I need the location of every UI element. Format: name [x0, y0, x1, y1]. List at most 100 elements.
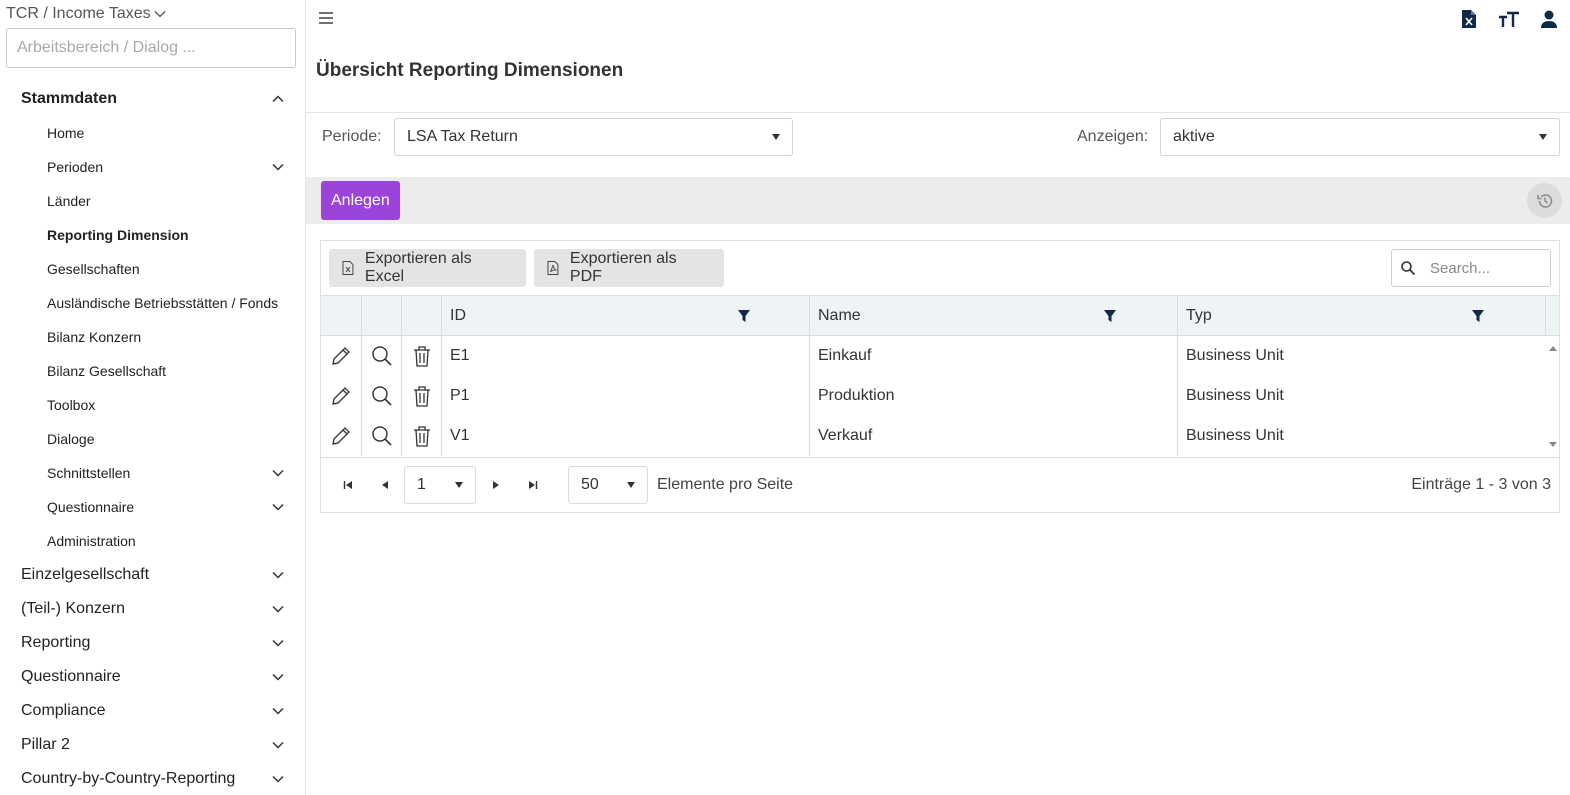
- caret-down-icon: [772, 134, 780, 140]
- page-title: Übersicht Reporting Dimensionen: [316, 60, 624, 81]
- header-edit-col: [321, 296, 362, 336]
- chevron-down-icon: [272, 707, 284, 715]
- view-icon[interactable]: [362, 336, 402, 376]
- edit-icon[interactable]: [321, 376, 362, 416]
- scroll-up-arrow[interactable]: [1549, 346, 1557, 351]
- nav-item-administration[interactable]: Administration: [47, 528, 285, 554]
- grid-search-input[interactable]: [1430, 259, 1540, 277]
- nav-section-label: Compliance: [21, 702, 106, 719]
- caret-down-icon: [627, 482, 635, 488]
- cell-name: Verkauf: [810, 416, 1178, 456]
- table-header: ID Name Typ: [321, 295, 1559, 336]
- chevron-down-icon: [154, 11, 166, 18]
- nav-item-laender[interactable]: Länder: [47, 188, 285, 214]
- nav-item-reporting-dimension[interactable]: Reporting Dimension: [47, 222, 285, 248]
- user-icon[interactable]: [1538, 8, 1560, 30]
- nav-section-label: Questionnaire: [21, 668, 121, 685]
- search-icon: [1401, 261, 1416, 276]
- workspace-search-input[interactable]: [6, 28, 296, 68]
- hamburger-menu-icon[interactable]: [318, 10, 334, 26]
- main-content: Übersicht Reporting Dimensionen Periode:…: [306, 0, 1570, 795]
- page-select[interactable]: 1: [404, 466, 476, 504]
- nav-item-label: Home: [47, 125, 85, 141]
- delete-icon[interactable]: [402, 376, 442, 416]
- workspace-switcher[interactable]: TCR / Income Taxes: [6, 5, 167, 23]
- delete-icon[interactable]: [402, 336, 442, 376]
- export-pdf-button[interactable]: Exportieren als PDF: [534, 249, 724, 287]
- cell-id: P1: [442, 376, 810, 416]
- view-icon[interactable]: [362, 416, 402, 456]
- nav-item-gesellschaften[interactable]: Gesellschaften: [47, 256, 285, 282]
- nav-section-compliance[interactable]: Compliance: [21, 697, 285, 725]
- export-pdf-label: Exportieren als PDF: [569, 250, 677, 285]
- periode-value: LSA Tax Return: [407, 128, 518, 145]
- nav-section-pillar-2[interactable]: Pillar 2: [21, 731, 285, 759]
- nav-section-label: Reporting: [21, 634, 91, 651]
- nav-section-reporting[interactable]: Reporting: [21, 629, 285, 657]
- view-icon[interactable]: [362, 376, 402, 416]
- chevron-down-icon: [272, 639, 284, 647]
- nav-section-label: Einzelgesellschaft: [21, 566, 150, 583]
- nav-item-perioden[interactable]: Perioden: [47, 154, 285, 180]
- nav-item-questionnaire[interactable]: Questionnaire: [47, 494, 285, 520]
- chevron-down-icon: [272, 775, 284, 783]
- next-page-icon[interactable]: [489, 478, 503, 492]
- create-button[interactable]: Anlegen: [321, 181, 400, 220]
- column-header-id[interactable]: ID: [442, 296, 810, 336]
- nav-item-bilanz-gesellschaft[interactable]: Bilanz Gesellschaft: [47, 358, 285, 384]
- delete-icon[interactable]: [402, 416, 442, 456]
- nav-section-einzelgesellschaft[interactable]: Einzelgesellschaft: [21, 561, 285, 589]
- nav-item-label: Toolbox: [47, 397, 96, 413]
- page-size-value: 50: [581, 476, 599, 493]
- table-row: E1 Einkauf Business Unit: [321, 336, 1545, 376]
- cell-typ: Business Unit: [1186, 387, 1284, 404]
- grid-search: [1391, 249, 1551, 287]
- column-header-typ[interactable]: Typ: [1178, 296, 1546, 336]
- nav-item-home[interactable]: Home: [47, 120, 285, 146]
- anzeigen-select[interactable]: aktive: [1160, 118, 1560, 156]
- cell-typ: Business Unit: [1186, 347, 1284, 364]
- excel-export-icon[interactable]: [1458, 8, 1480, 30]
- filter-icon[interactable]: [1103, 309, 1117, 323]
- history-button[interactable]: [1527, 183, 1562, 218]
- action-toolbar: Anlegen: [306, 177, 1570, 224]
- column-header-name[interactable]: Name: [810, 296, 1178, 336]
- cell-id: V1: [442, 416, 810, 456]
- column-header-label: Name: [818, 307, 861, 324]
- nav-item-label: Bilanz Konzern: [47, 329, 142, 345]
- nav-item-label: Schnittstellen: [47, 465, 131, 481]
- cell-name: Produktion: [810, 376, 1178, 416]
- periode-select[interactable]: LSA Tax Return: [394, 118, 793, 156]
- pagination: 1 50 Elemente pro Seite Einträge 1 - 3 v…: [321, 457, 1559, 513]
- nav-section-stammdaten[interactable]: Stammdaten: [21, 85, 285, 113]
- nav-item-bilanz-konzern[interactable]: Bilanz Konzern: [47, 324, 285, 350]
- nav-item-schnittstellen[interactable]: Schnittstellen: [47, 460, 285, 486]
- header-delete-col: [402, 296, 442, 336]
- page-size-select[interactable]: 50: [568, 466, 648, 504]
- cell-typ: Business Unit: [1186, 427, 1284, 444]
- prev-page-icon[interactable]: [378, 478, 392, 492]
- edit-icon[interactable]: [321, 416, 362, 456]
- filter-icon[interactable]: [1471, 309, 1485, 323]
- nav-item-toolbox[interactable]: Toolbox: [47, 392, 285, 418]
- caret-down-icon: [1539, 134, 1547, 140]
- workspace-title: TCR / Income Taxes: [6, 5, 151, 22]
- nav-section-teil-konzern[interactable]: (Teil-) Konzern: [21, 595, 285, 623]
- nav-section-questionnaire[interactable]: Questionnaire: [21, 663, 285, 691]
- nav-item-label: Perioden: [47, 159, 104, 175]
- nav-section-cbcr[interactable]: Country-by-Country-Reporting: [21, 765, 285, 793]
- caret-down-icon: [455, 482, 463, 488]
- periode-label: Periode:: [322, 128, 382, 145]
- chevron-down-icon: [272, 163, 284, 171]
- nav-item-dialoge[interactable]: Dialoge: [47, 426, 285, 452]
- filter-icon[interactable]: [737, 309, 751, 323]
- nav-section-label: Stammdaten: [21, 90, 118, 107]
- edit-icon[interactable]: [321, 336, 362, 376]
- scroll-down-arrow[interactable]: [1549, 442, 1557, 447]
- nav-item-auslaendische-betriebsstaetten[interactable]: Ausländische Betriebsstätten / Fonds: [47, 290, 285, 316]
- last-page-icon[interactable]: [526, 478, 540, 492]
- font-size-icon[interactable]: [1498, 8, 1520, 30]
- nav-section-label: Country-by-Country-Reporting: [21, 770, 236, 787]
- export-excel-button[interactable]: Exportieren als Excel: [329, 249, 526, 287]
- first-page-icon[interactable]: [341, 478, 355, 492]
